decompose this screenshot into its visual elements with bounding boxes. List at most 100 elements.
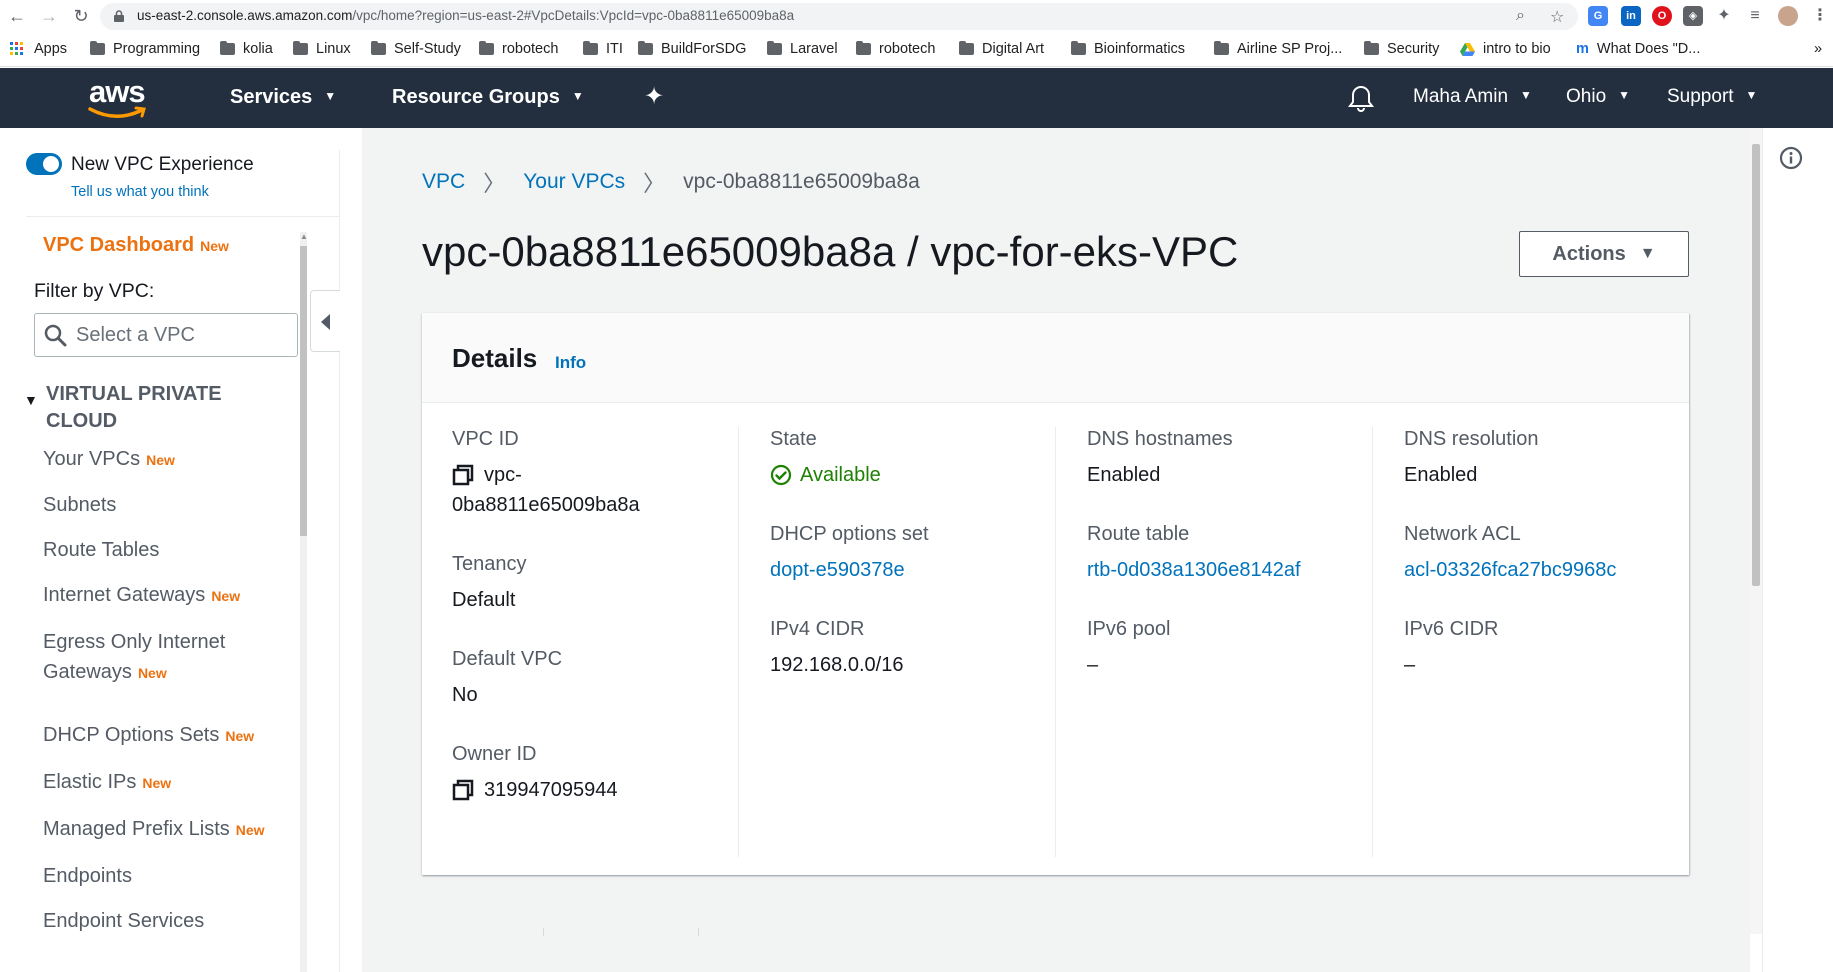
route-table-link[interactable]: rtb-0d038a1306e8142af bbox=[1087, 555, 1387, 585]
folder-icon bbox=[479, 41, 494, 55]
folder-icon bbox=[220, 41, 235, 55]
sidebar-item-managed-prefix-lists[interactable]: Managed Prefix Lists New bbox=[43, 814, 265, 845]
field-label: Route table bbox=[1087, 523, 1190, 545]
bookmark-airline-sp[interactable]: Airline SP Proj... bbox=[1214, 41, 1342, 57]
details-column-4: DNS resolution Enabled Network ACL acl-0… bbox=[1404, 427, 1674, 712]
bookmark-bioinformatics[interactable]: Bioinformatics bbox=[1071, 41, 1185, 57]
address-bar[interactable]: us-east-2.console.aws.amazon.com/vpc/hom… bbox=[100, 3, 1578, 30]
details-column-3: DNS hostnames Enabled Route table rtb-0d… bbox=[1087, 427, 1387, 712]
sidebar-item-dhcp-options-sets[interactable]: DHCP Options Sets New bbox=[43, 720, 254, 751]
copy-icon[interactable] bbox=[452, 464, 474, 486]
bookmark-programming[interactable]: Programming bbox=[90, 41, 200, 57]
main-scrollbar-thumb[interactable] bbox=[1752, 144, 1760, 586]
details-panel: Details Info VPC ID vpc- 0ba8811e65009ba… bbox=[422, 313, 1689, 875]
reading-list-icon[interactable]: ≡ bbox=[1745, 6, 1765, 26]
bookmark-what-does-d[interactable]: m What Does "D... bbox=[1576, 41, 1700, 57]
linkedin-extension-icon[interactable]: in bbox=[1621, 6, 1641, 26]
column-divider bbox=[1055, 427, 1056, 857]
dns-resolution-value: Enabled bbox=[1404, 464, 1478, 486]
actions-button[interactable]: Actions ▼ bbox=[1519, 231, 1689, 277]
folder-icon bbox=[90, 41, 105, 55]
info-circle-icon[interactable] bbox=[1779, 146, 1803, 170]
aws-logo[interactable]: aws bbox=[86, 74, 150, 122]
bookmark-robotech-2[interactable]: robotech bbox=[856, 41, 935, 57]
scroll-up-arrow-icon[interactable]: ▲ bbox=[300, 232, 308, 241]
vpc-filter-select[interactable]: Select a VPC bbox=[34, 313, 298, 357]
url-text: us-east-2.console.aws.amazon.com/vpc/hom… bbox=[137, 8, 795, 23]
bookmark-apps[interactable]: Apps bbox=[10, 41, 67, 57]
bookmark-laravel[interactable]: Laravel bbox=[767, 41, 838, 57]
sidebar-item-egress-only-internet-gateways[interactable]: Egress Only Internet Gateways New bbox=[43, 627, 225, 688]
folder-icon bbox=[1214, 41, 1229, 55]
breadcrumb-your-vpcs[interactable]: Your VPCs bbox=[523, 170, 625, 194]
sidebar-item-elastic-ips[interactable]: Elastic IPs New bbox=[43, 767, 171, 798]
opera-extension-icon[interactable]: O bbox=[1652, 6, 1672, 26]
profile-avatar[interactable] bbox=[1778, 6, 1798, 26]
sidebar-item-endpoint-services[interactable]: Endpoint Services bbox=[43, 906, 204, 936]
translate-extension-icon[interactable]: G bbox=[1588, 6, 1608, 26]
services-menu[interactable]: Services ▼ bbox=[230, 86, 336, 109]
main-content: VPC 〉 Your VPCs 〉 vpc-0ba8811e65009ba8a … bbox=[362, 128, 1750, 972]
sidebar-item-vpc-dashboard[interactable]: VPC Dashboard New bbox=[43, 234, 229, 257]
bookmark-buildforsdg[interactable]: BuildForSDG bbox=[638, 41, 746, 57]
caret-down-icon: ▼ bbox=[1745, 88, 1758, 102]
shield-extension-icon[interactable]: ◈ bbox=[1683, 6, 1703, 26]
sidebar-item-endpoints[interactable]: Endpoints bbox=[43, 861, 132, 891]
breadcrumb-vpc[interactable]: VPC bbox=[422, 170, 465, 194]
reload-icon[interactable]: ↻ bbox=[70, 5, 92, 27]
sidebar-scrollbar-thumb[interactable] bbox=[300, 246, 307, 536]
bookmark-linux[interactable]: Linux bbox=[293, 41, 351, 57]
field-network-acl: Network ACL acl-03326fca27bc9968c bbox=[1404, 522, 1674, 585]
support-menu[interactable]: Support ▼ bbox=[1667, 86, 1757, 108]
drive-icon bbox=[1460, 42, 1475, 56]
new-vpc-experience-toggle[interactable] bbox=[26, 153, 62, 175]
collapse-triangle-icon[interactable]: ▼ bbox=[24, 392, 38, 408]
feedback-link[interactable]: Tell us what you think bbox=[71, 184, 209, 200]
pin-icon[interactable]: ✦ bbox=[644, 82, 664, 111]
bookmark-iti[interactable]: ITI bbox=[583, 41, 623, 57]
vpc-sidebar: New VPC Experience Tell us what you thin… bbox=[0, 128, 340, 972]
vpc-id-value-cont: 0ba8811e65009ba8a bbox=[452, 494, 640, 516]
collapse-sidebar-button[interactable] bbox=[310, 290, 340, 352]
bookmark-security[interactable]: Security bbox=[1364, 41, 1439, 57]
field-dns-hostnames: DNS hostnames Enabled bbox=[1087, 427, 1387, 490]
sidebar-item-your-vpcs[interactable]: Your VPCs New bbox=[43, 444, 175, 475]
browser-menu-icon[interactable]: ⋮ bbox=[1810, 6, 1830, 26]
ipv6-cidr-value: – bbox=[1404, 654, 1416, 676]
folder-icon bbox=[293, 41, 308, 55]
network-acl-link[interactable]: acl-03326fca27bc9968c bbox=[1404, 555, 1674, 585]
m-icon: m bbox=[1576, 41, 1589, 57]
new-badge: New bbox=[235, 822, 265, 838]
dhcp-options-link[interactable]: dopt-e590378e bbox=[770, 555, 1070, 585]
page-title: vpc-0ba8811e65009ba8a / vpc-for-eks-VPC bbox=[422, 228, 1239, 275]
resource-groups-menu[interactable]: Resource Groups ▼ bbox=[392, 86, 584, 109]
tenancy-value: Default bbox=[452, 589, 516, 611]
bookmark-star-icon[interactable]: ☆ bbox=[1550, 7, 1564, 27]
new-badge: New bbox=[200, 238, 229, 254]
bookmarks-overflow[interactable]: » bbox=[1814, 41, 1822, 57]
lock-icon bbox=[114, 10, 124, 22]
bookmark-digital-art[interactable]: Digital Art bbox=[959, 41, 1044, 57]
puzzle-extensions-icon[interactable]: ✦ bbox=[1714, 6, 1734, 26]
back-arrow-icon[interactable]: ← bbox=[6, 5, 28, 27]
sidebar-item-internet-gateways[interactable]: Internet Gateways New bbox=[43, 580, 240, 611]
section-virtual-private-cloud[interactable]: VIRTUAL PRIVATE CLOUD bbox=[46, 381, 286, 435]
sidebar-item-subnets[interactable]: Subnets bbox=[43, 490, 116, 520]
folder-icon bbox=[767, 41, 782, 55]
sidebar-item-route-tables[interactable]: Route Tables bbox=[43, 535, 159, 565]
bookmark-intro-to-bio[interactable]: intro to bio bbox=[1460, 41, 1551, 57]
filter-by-vpc-label: Filter by VPC: bbox=[34, 280, 155, 302]
field-label: Network ACL bbox=[1404, 523, 1521, 545]
bookmark-robotech[interactable]: robotech bbox=[479, 41, 558, 57]
bell-icon[interactable] bbox=[1348, 84, 1374, 112]
user-menu[interactable]: Maha Amin ▼ bbox=[1413, 86, 1532, 108]
bookmark-self-study[interactable]: Self-Study bbox=[371, 41, 461, 57]
copy-icon[interactable] bbox=[452, 779, 474, 801]
zoom-icon[interactable]: ⌕ bbox=[1516, 7, 1525, 25]
info-link[interactable]: Info bbox=[555, 353, 586, 373]
bookmark-kolia[interactable]: kolia bbox=[220, 41, 273, 57]
field-default-vpc: Default VPC No bbox=[452, 647, 722, 710]
region-menu[interactable]: Ohio ▼ bbox=[1566, 86, 1630, 108]
forward-arrow-icon[interactable]: → bbox=[38, 5, 60, 27]
field-label: DNS hostnames bbox=[1087, 428, 1233, 450]
